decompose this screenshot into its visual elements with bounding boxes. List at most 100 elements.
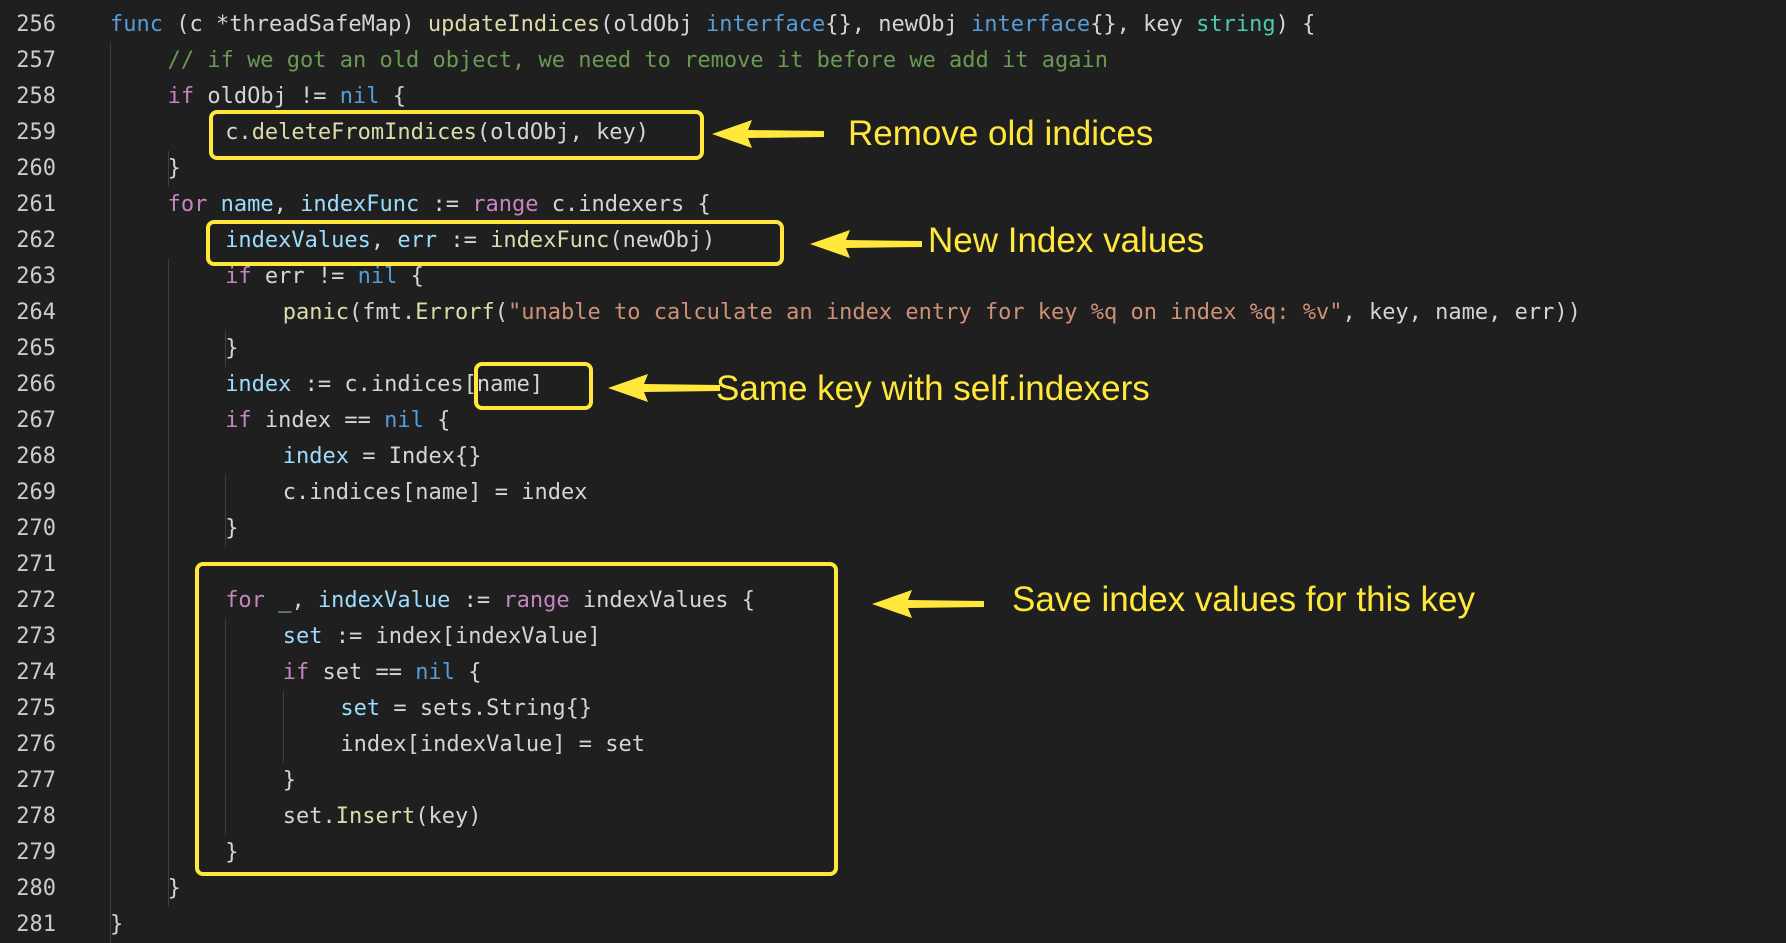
code-token: oldObj != xyxy=(194,84,340,109)
code-text: for name, indexFunc := range c.indexers … xyxy=(168,187,711,223)
code-text: c.indices[name] = index xyxy=(283,475,588,511)
code-token: ) { xyxy=(1275,12,1316,37)
annotation-new-index-values: New Index values xyxy=(928,221,1205,260)
arrow-left-icon xyxy=(712,120,824,148)
code-token: nil xyxy=(357,264,398,289)
code-line[interactable]: 280} xyxy=(0,871,1786,907)
code-token: c.indices[name] = index xyxy=(282,480,588,505)
code-token: = Index{} xyxy=(349,444,482,469)
arrow-left-icon xyxy=(872,590,984,618)
code-text: // if we got an old object, we need to r… xyxy=(168,43,1108,79)
code-token: if xyxy=(225,408,252,433)
code-text: panic(fmt.Errorf("unable to calculate an… xyxy=(283,295,1581,331)
code-line[interactable]: 281} xyxy=(0,907,1786,943)
code-token: string xyxy=(1196,12,1276,37)
code-token: name xyxy=(220,192,274,217)
code-text: } xyxy=(110,907,123,943)
line-number: 268 xyxy=(16,444,56,469)
code-line[interactable]: 265} xyxy=(0,331,1786,367)
code-token: index xyxy=(282,444,350,469)
code-editor[interactable]: 256 func (c *threadSafeMap) updateIndices… xyxy=(0,0,1786,943)
code-token: if xyxy=(225,264,252,289)
line-number: 269 xyxy=(16,480,56,505)
code-text: index = Index{} xyxy=(283,439,482,475)
line-number: 259 xyxy=(16,120,56,145)
code-token: { xyxy=(379,84,407,109)
line-number: 273 xyxy=(16,624,56,649)
code-token: ( xyxy=(494,300,508,325)
code-text: } xyxy=(225,511,238,547)
line-number: 272 xyxy=(16,588,56,613)
code-text: } xyxy=(168,871,181,907)
line-number: 277 xyxy=(16,768,56,793)
code-token: func xyxy=(110,12,163,37)
code-line[interactable]: 269 c.indices[name] = index xyxy=(0,475,1786,511)
code-token: interface xyxy=(706,12,826,37)
annotation-same-key: Same key with self.indexers xyxy=(716,369,1150,408)
code-text: func (c *threadSafeMap) updateIndices(ol… xyxy=(110,7,1315,43)
indent-guide xyxy=(110,43,111,943)
line-number: 280 xyxy=(16,876,56,901)
line-number: 261 xyxy=(16,192,56,217)
code-token: } xyxy=(167,876,181,901)
code-token: (oldObj xyxy=(600,12,707,37)
code-token: nil xyxy=(339,84,380,109)
line-number: 264 xyxy=(16,300,56,325)
line-number: 281 xyxy=(16,912,56,937)
line-number: 265 xyxy=(16,336,56,361)
annotation-remove-old-indices: Remove old indices xyxy=(848,114,1154,153)
code-text: } xyxy=(225,331,238,367)
code-token: {}, key xyxy=(1090,12,1197,37)
highlight-save-loop xyxy=(195,562,838,876)
code-token: , xyxy=(273,192,301,217)
code-token: := xyxy=(419,192,473,217)
code-token: {}, newObj xyxy=(825,12,971,37)
code-token: Errorf xyxy=(415,300,495,325)
line-number: 258 xyxy=(16,84,56,109)
code-line[interactable]: 261 for name, indexFunc := range c.indexe… xyxy=(0,187,1786,223)
code-token: updateIndices xyxy=(427,12,601,37)
line-number: 271 xyxy=(16,552,56,577)
code-token: } xyxy=(167,156,181,181)
code-token: err != xyxy=(251,264,358,289)
code-token: // if we got an old object, we need to r… xyxy=(167,48,1108,73)
indent-guide xyxy=(167,151,169,187)
line-number: 274 xyxy=(16,660,56,685)
code-line[interactable]: 256 func (c *threadSafeMap) updateIndices… xyxy=(0,7,1786,43)
code-token: "unable to calculate an index entry for … xyxy=(508,300,1343,325)
code-token: } xyxy=(225,516,239,541)
line-number: 266 xyxy=(16,372,56,397)
code-token: panic xyxy=(282,300,350,325)
code-token: index xyxy=(225,372,292,397)
code-token: for xyxy=(167,192,208,217)
code-text: } xyxy=(168,151,181,187)
code-line[interactable]: 268 index = Index{} xyxy=(0,439,1786,475)
code-token: indexFunc xyxy=(300,192,420,217)
line-number: 267 xyxy=(16,408,56,433)
highlight-index-values xyxy=(206,220,784,266)
code-token: (fmt. xyxy=(349,300,416,325)
code-token: , key, name, err)) xyxy=(1342,300,1581,325)
line-number: 263 xyxy=(16,264,56,289)
line-number: 260 xyxy=(16,156,56,181)
line-number: 279 xyxy=(16,840,56,865)
line-number: 275 xyxy=(16,696,56,721)
code-token: (c *threadSafeMap) xyxy=(162,12,428,37)
highlight-delete-from-indices xyxy=(209,110,704,160)
indent-guide xyxy=(225,331,227,367)
code-line[interactable]: 257 // if we got an old object, we need t… xyxy=(0,43,1786,79)
highlight-name-key xyxy=(474,362,593,410)
code-token: interface xyxy=(970,12,1091,37)
code-token: { xyxy=(397,264,424,289)
indent-guide xyxy=(225,475,227,547)
code-line[interactable]: 270} xyxy=(0,511,1786,547)
line-number: 257 xyxy=(16,48,56,73)
code-token: } xyxy=(225,336,239,361)
line-number: 278 xyxy=(16,804,56,829)
arrow-left-icon xyxy=(810,230,922,258)
code-line[interactable]: 264 panic(fmt.Errorf("unable to calculate… xyxy=(0,295,1786,331)
line-number: 270 xyxy=(16,516,56,541)
indent-guide xyxy=(167,259,169,907)
code-text: if index == nil { xyxy=(225,403,450,439)
